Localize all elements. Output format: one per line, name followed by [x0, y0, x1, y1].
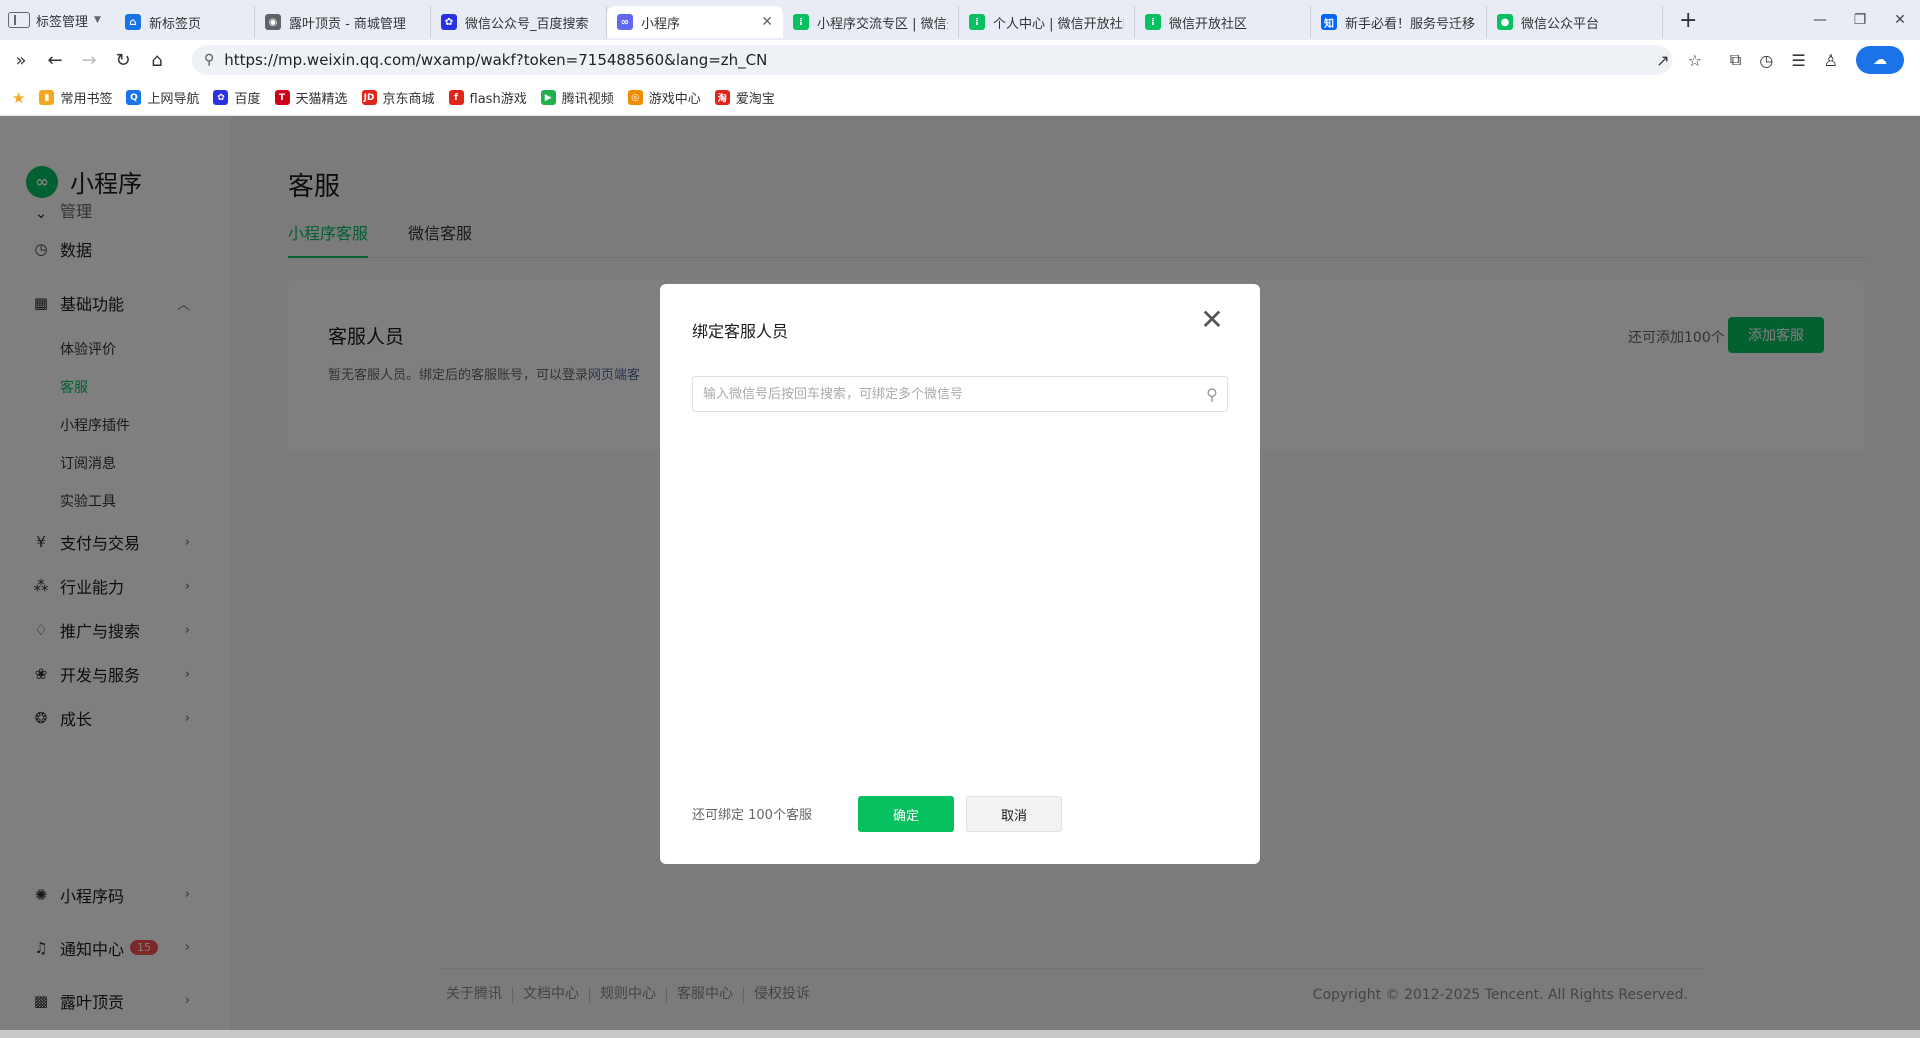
- tab-label: 小程序: [640, 16, 680, 32]
- new-tab-button[interactable]: +: [1663, 8, 1713, 33]
- bookmark-icon: ◎: [627, 90, 643, 105]
- toolbar-right: ↗ ☆ ⧉ ◷ ☰ ♙ ☁: [1656, 40, 1904, 80]
- search-icon: ⚲: [204, 52, 215, 68]
- browser-tab[interactable]: ✿ 微信公众号_百度搜索: [431, 6, 607, 38]
- chevron-down-icon: ▼: [94, 15, 101, 25]
- cloud-icon[interactable]: ☁: [1856, 46, 1904, 74]
- bookmark-icon: T: [274, 90, 290, 105]
- bookmark-icon: ▶: [540, 90, 556, 105]
- star-icon: ★: [12, 88, 26, 107]
- reload-icon[interactable]: ↻: [106, 50, 140, 71]
- tab-label: 微信公众平台: [1520, 16, 1599, 32]
- bookmark-label: 腾讯视频: [561, 92, 614, 107]
- bookmark-label: 爱淘宝: [735, 92, 775, 107]
- tab-label: 新手必看！服务号迁移: [1344, 16, 1475, 32]
- address-toolbar: » ← → ↻ ⌂ ⚲ https://mp.weixin.qq.com/wxa…: [0, 40, 1920, 80]
- close-tab-icon[interactable]: ✕: [761, 14, 773, 30]
- confirm-button[interactable]: 确定: [858, 796, 954, 832]
- profile-icon[interactable]: ♙: [1824, 51, 1838, 70]
- tab-favicon-icon: ⁞: [792, 14, 809, 30]
- bookmark-label: 天猫精选: [295, 92, 348, 107]
- search-icon[interactable]: ⚲: [1197, 385, 1227, 404]
- tab-favicon-icon: ◉: [264, 14, 281, 30]
- bookmark-label: 游戏中心: [648, 92, 701, 107]
- tab-manager-label: 标签管理: [36, 14, 89, 30]
- home-icon[interactable]: ⌂: [140, 50, 174, 71]
- close-window-icon[interactable]: ✕: [1880, 12, 1920, 28]
- bookmark-icon: f: [448, 90, 464, 105]
- minimize-icon[interactable]: —: [1800, 12, 1840, 28]
- bookmark-item[interactable]: T 天猫精选: [274, 88, 348, 107]
- bookmark-icon: 淘: [714, 90, 730, 105]
- sidebar-toggle-icon[interactable]: »: [4, 50, 38, 71]
- bookmark-item[interactable]: ▶ 腾讯视频: [540, 88, 614, 107]
- bookmark-item[interactable]: JD 京东商城: [361, 88, 435, 107]
- window-bottom-edge: [0, 1030, 1920, 1038]
- star-icon[interactable]: ☆: [1688, 51, 1702, 70]
- tab-favicon-icon: ●: [1496, 14, 1513, 30]
- browser-tab[interactable]: ◉ 露叶顶贡 - 商城管理: [255, 6, 431, 38]
- bind-remaining: 还可绑定 100个客服: [692, 808, 812, 823]
- window-controls: — ❐ ✕: [1800, 0, 1920, 40]
- restore-icon[interactable]: ❐: [1840, 12, 1880, 28]
- cancel-button[interactable]: 取消: [966, 796, 1062, 832]
- tab-label: 露叶顶贡 - 商城管理: [288, 16, 406, 32]
- share-icon[interactable]: ↗: [1656, 51, 1669, 70]
- tab-favicon-icon: 知: [1320, 14, 1337, 30]
- tab-favicon-icon: ⁞: [1144, 14, 1161, 30]
- bookmark-item[interactable]: ▮ 常用书签: [39, 88, 112, 107]
- tab-label: 微信开放社区: [1168, 16, 1247, 32]
- browser-tab[interactable]: ⁞ 个人中心 | 微信开放社区: [959, 6, 1135, 38]
- wechat-id-search: ⚲: [692, 376, 1228, 412]
- bookmark-icon: Q: [126, 90, 142, 105]
- bookmark-label: flash游戏: [469, 92, 527, 107]
- bookmark-item[interactable]: ◎ 游戏中心: [627, 88, 701, 107]
- bookmark-item[interactable]: f flash游戏: [448, 88, 527, 107]
- extensions-icon[interactable]: ⧉: [1730, 50, 1741, 70]
- wechat-id-input[interactable]: [693, 377, 1197, 411]
- bookmark-item[interactable]: ✿ 百度: [213, 88, 261, 107]
- tab-favicon-icon: ⌂: [124, 14, 141, 30]
- tab-manager[interactable]: 标签管理 ▼: [0, 0, 115, 40]
- bookmark-item[interactable]: Q 上网导航: [126, 88, 199, 107]
- browser-tab[interactable]: ∞ 小程序 ✕: [606, 6, 783, 38]
- dialog-title: 绑定客服人员: [692, 322, 789, 341]
- bookmark-label: 常用书签: [60, 92, 113, 107]
- forward-icon[interactable]: →: [72, 50, 106, 71]
- tab-label: 个人中心 | 微信开放社区: [992, 16, 1124, 32]
- browser-tab[interactable]: ⌂ 新标签页: [115, 6, 255, 38]
- tab-favicon-icon: ✿: [440, 14, 457, 30]
- close-icon[interactable]: ✕: [1198, 306, 1226, 334]
- bookmark-item[interactable]: 淘爱淘宝: [714, 88, 775, 107]
- tab-label: 小程序交流专区 | 微信开放社区: [816, 16, 948, 32]
- browser-tab[interactable]: 知新手必看！服务号迁移: [1311, 6, 1487, 38]
- bookmark-icon: ▮: [39, 90, 55, 105]
- tab-favicon-icon: ∞: [616, 14, 633, 30]
- browser-tab[interactable]: ● 微信公众平台: [1487, 6, 1663, 38]
- browser-tab[interactable]: ⁞ 微信开放社区: [1135, 6, 1311, 38]
- tab-favicon-icon: ⁞: [968, 14, 985, 30]
- bookmark-label: 百度: [234, 92, 261, 107]
- bookmark-icon: JD: [361, 90, 377, 105]
- menu-icon[interactable]: ☰: [1791, 51, 1805, 70]
- tab-label: 微信公众号_百度搜索: [464, 16, 589, 32]
- tab-label: 新标签页: [148, 16, 201, 32]
- bind-service-dialog: 绑定客服人员 ✕ ⚲ 还可绑定 100个客服 确定 取消: [660, 284, 1260, 864]
- history-icon[interactable]: ◷: [1759, 51, 1773, 70]
- tab-manager-icon: [8, 12, 30, 28]
- bookmark-icon: ✿: [213, 90, 229, 105]
- bookmark-label: 上网导航: [147, 92, 200, 107]
- back-icon[interactable]: ←: [38, 50, 72, 71]
- bookmark-label: 京东商城: [382, 92, 435, 107]
- url-bar[interactable]: ⚲ https://mp.weixin.qq.com/wxamp/wakf?to…: [192, 45, 1672, 75]
- url-text: https://mp.weixin.qq.com/wxamp/wakf?toke…: [224, 51, 768, 69]
- bookmarks-bar: ★ ▮ 常用书签 Q 上网导航 ✿ 百度 T 天猫精选 JD 京东商城 f flash游戏 ▶ 腾讯视频 ◎…: [0, 80, 1920, 116]
- browser-tab[interactable]: ⁞ 小程序交流专区 | 微信开放社区: [783, 6, 959, 38]
- browser-tab-bar: 标签管理 ▼ ⌂ 新标签页 ◉ 露叶顶贡 - 商城管理 ✿ 微信公众号_百度搜索 ∞ 小程序 ✕…: [0, 0, 1920, 40]
